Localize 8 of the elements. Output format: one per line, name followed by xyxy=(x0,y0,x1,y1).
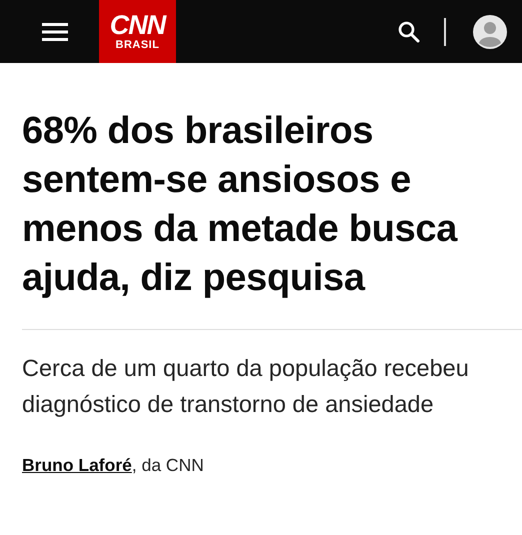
headline: 68% dos brasileiros sentem-se ansiosos e menos da metade busca ajuda, diz pesquisa xyxy=(22,109,459,301)
logo[interactable]: CNN BRASIL xyxy=(99,0,176,63)
search-icon[interactable] xyxy=(398,20,420,42)
avatar-icon[interactable] xyxy=(473,14,507,48)
subheadline: Cerca de um quarto da população recebeu diagnóstico de transtorno de ansiedade xyxy=(22,354,470,419)
menu-icon[interactable] xyxy=(42,22,68,42)
byline: Bruno Laforé, da CNN xyxy=(22,455,205,476)
author-link[interactable]: Bruno Laforé xyxy=(22,455,132,475)
